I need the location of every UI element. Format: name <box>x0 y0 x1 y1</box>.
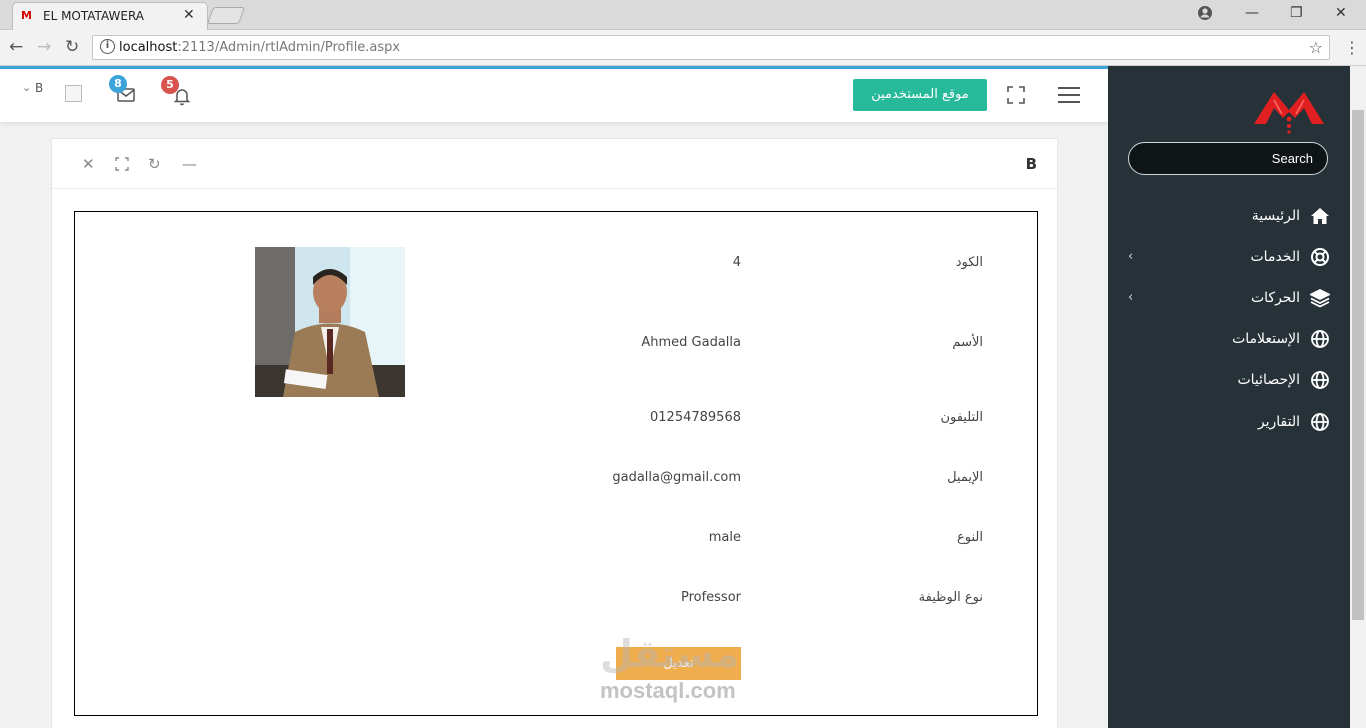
tab-title: EL MOTATAWERA <box>43 9 145 23</box>
sidebar-item-transactions[interactable]: الحركات ‹ <box>1108 280 1350 320</box>
chevron-down-icon[interactable]: ⌄ <box>22 81 31 94</box>
back-icon[interactable]: ← <box>9 37 23 57</box>
fullscreen-icon[interactable] <box>1007 86 1025 108</box>
user-avatar[interactable] <box>65 85 82 102</box>
favicon-icon: M <box>21 9 32 22</box>
restore-window-icon[interactable]: ❐ <box>1290 5 1303 21</box>
bookmark-star-icon[interactable]: ☆ <box>1309 38 1323 57</box>
url-path: :2113/Admin/rtlAdmin/Profile.aspx <box>177 40 401 55</box>
address-bar-row: ← → ↻ i localhost:2113/Admin/rtlAdmin/Pr… <box>0 30 1366 66</box>
lifebuoy-icon <box>1310 247 1330 267</box>
new-tab-button[interactable] <box>206 7 246 24</box>
sidebar-item-home[interactable]: الرئيسية <box>1108 198 1350 238</box>
panel-title: B <box>1025 155 1037 173</box>
globe-icon <box>1310 412 1330 432</box>
reload-icon[interactable]: ↻ <box>65 37 79 57</box>
phone-label: التليفون <box>940 410 983 425</box>
chevron-left-icon: ‹ <box>1128 249 1134 264</box>
code-value: 4 <box>732 255 741 270</box>
mail-count-badge: 8 <box>109 75 127 93</box>
sidebar-item-reports[interactable]: التقارير <box>1108 404 1350 444</box>
browser-tab[interactable]: M EL MOTATAWERA ✕ <box>12 2 208 30</box>
users-site-button[interactable]: موقع المستخدمين <box>853 79 987 111</box>
layers-icon <box>1308 288 1332 308</box>
gender-value: male <box>708 530 741 545</box>
logo[interactable] <box>1252 86 1326 140</box>
sidebar-item-label: الإحصائيات <box>1237 372 1300 388</box>
email-label: الإيميل <box>947 470 983 485</box>
close-panel-icon[interactable]: ✕ <box>82 155 95 173</box>
collapse-panel-icon[interactable]: — <box>182 155 197 173</box>
profile-photo <box>255 247 405 397</box>
sidebar-item-label: الخدمات <box>1250 249 1301 265</box>
close-window-icon[interactable]: ✕ <box>1335 5 1347 21</box>
url-host: localhost <box>119 40 178 55</box>
search-input[interactable] <box>1129 143 1327 174</box>
browser-tab-bar: M EL MOTATAWERA ✕ — ❐ ✕ <box>0 0 1366 30</box>
sidebar-item-statistics[interactable]: الإحصائيات <box>1108 362 1350 402</box>
sidebar-item-label: الإستعلامات <box>1232 331 1300 347</box>
gender-label: النوع <box>957 530 983 545</box>
refresh-panel-icon[interactable]: ↻ <box>148 155 161 173</box>
minimize-window-icon[interactable]: — <box>1245 5 1259 21</box>
globe-icon <box>1310 370 1330 390</box>
top-header: موقع المستخدمين 5 8 B ⌄ <box>0 69 1108 122</box>
page: موقع المستخدمين 5 8 B ⌄ B ✕ ↻ — الكود 4 … <box>0 66 1350 728</box>
profile-panel: B ✕ ↻ — الكود 4 الأسم Ahmed Gadalla التل… <box>51 138 1059 728</box>
notification-bell-icon[interactable]: 5 <box>161 76 192 110</box>
user-name[interactable]: B <box>35 81 43 95</box>
site-info-icon[interactable]: i <box>100 39 115 54</box>
profile-icon[interactable] <box>1197 5 1213 25</box>
email-value: gadalla@gmail.com <box>612 470 741 485</box>
forward-icon[interactable]: → <box>37 37 51 57</box>
url-field[interactable]: i localhost:2113/Admin/rtlAdmin/Profile.… <box>92 35 1330 60</box>
chevron-left-icon: ‹ <box>1128 290 1134 305</box>
name-value: Ahmed Gadalla <box>641 335 741 350</box>
url-text: localhost:2113/Admin/rtlAdmin/Profile.as… <box>119 40 400 55</box>
sidebar-item-services[interactable]: الخدمات ‹ <box>1108 239 1350 279</box>
globe-icon <box>1310 329 1330 349</box>
job-type-value: Professor <box>680 590 741 605</box>
profile-table: الكود 4 الأسم Ahmed Gadalla التليفون 012… <box>74 211 1038 716</box>
code-label: الكود <box>955 255 983 270</box>
close-tab-icon[interactable]: ✕ <box>183 7 195 23</box>
sidebar: الرئيسية الخدمات ‹ الحركات ‹ الإستعلامات <box>1108 66 1350 728</box>
name-label: الأسم <box>952 335 983 350</box>
sidebar-item-label: الحركات <box>1250 290 1300 306</box>
home-icon <box>1310 206 1330 226</box>
scrollbar-thumb[interactable] <box>1352 110 1364 620</box>
watermark-latin: mostaql.com <box>600 678 736 703</box>
notification-count-badge: 5 <box>161 76 179 94</box>
mail-icon[interactable]: 8 <box>109 75 135 106</box>
sidebar-search[interactable] <box>1128 142 1328 175</box>
sidebar-item-queries[interactable]: الإستعلامات <box>1108 321 1350 361</box>
job-type-label: نوع الوظيفة <box>918 590 983 605</box>
watermark-arabic: مستقل <box>600 632 739 676</box>
panel-header: B ✕ ↻ — <box>52 139 1059 189</box>
browser-menu-icon[interactable]: ⋮ <box>1344 38 1360 57</box>
phone-value: 01254789568 <box>650 410 741 425</box>
sidebar-item-label: الرئيسية <box>1251 208 1300 224</box>
expand-panel-icon[interactable] <box>115 157 129 175</box>
sidebar-item-label: التقارير <box>1257 414 1300 430</box>
hamburger-menu-icon[interactable] <box>1058 86 1080 108</box>
